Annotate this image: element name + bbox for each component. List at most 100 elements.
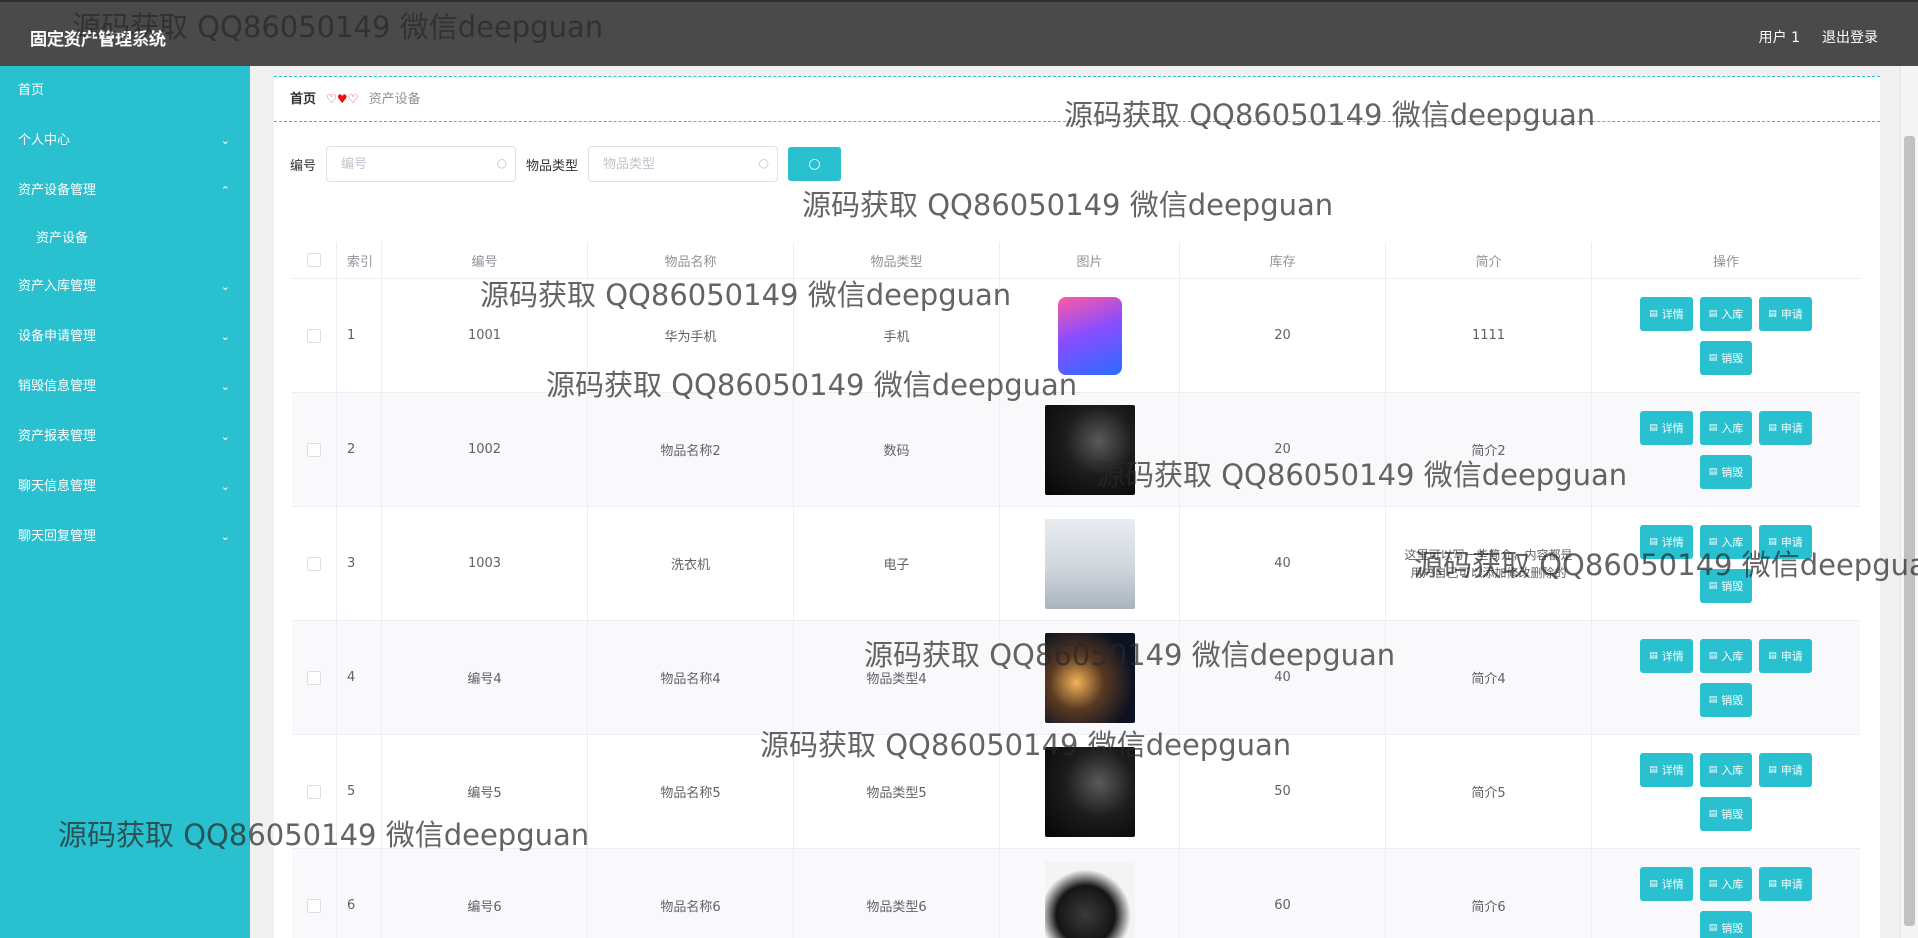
- sidebar-item-personal-center[interactable]: 个人中心 ⌄: [0, 116, 250, 166]
- detail-label: 详情: [1661, 649, 1684, 663]
- scrollbar-thumb[interactable]: [1904, 136, 1915, 926]
- stock-in-button[interactable]: ▤ 入库: [1699, 638, 1753, 673]
- sidebar-item-chat-reply-management[interactable]: 聊天回复管理 ⌄: [0, 512, 250, 562]
- row-checkbox[interactable]: [307, 670, 321, 685]
- row-image-cell: [1000, 621, 1180, 734]
- destroy-button[interactable]: ▤ 销毁: [1699, 682, 1753, 717]
- product-image: [1057, 296, 1122, 375]
- row-code: 1001: [382, 279, 588, 392]
- search-icon: ○: [758, 156, 770, 170]
- row-name: 物品名称4: [588, 621, 794, 734]
- chevron-up-icon: ⌃: [220, 184, 230, 197]
- row-name: 物品名称5: [588, 735, 794, 848]
- stock-in-button[interactable]: ▤ 入库: [1699, 866, 1753, 901]
- row-checkbox[interactable]: [307, 328, 321, 343]
- logout-button[interactable]: 退出登录: [1822, 27, 1878, 47]
- sidebar-item-label: 设备申请管理: [18, 329, 97, 344]
- row-code: 编号6: [382, 849, 588, 938]
- document-icon: ▤: [1708, 808, 1718, 819]
- breadcrumb-home[interactable]: 首页: [290, 92, 316, 107]
- row-desc: 简介5: [1386, 735, 1592, 848]
- destroy-button[interactable]: ▤ 销毁: [1699, 796, 1753, 831]
- row-type: 物品类型6: [794, 849, 1000, 938]
- detail-button[interactable]: ▤ 详情: [1640, 866, 1693, 901]
- sidebar-item-destruction-info-management[interactable]: 销毁信息管理 ⌄: [0, 362, 250, 412]
- apply-label: 申请: [1780, 763, 1803, 777]
- sidebar-item-asset-storage-management[interactable]: 资产入库管理 ⌄: [0, 262, 250, 312]
- apply-label: 申请: [1780, 307, 1803, 321]
- select-all-checkbox[interactable]: [307, 253, 321, 267]
- row-checkbox[interactable]: [307, 442, 321, 457]
- apply-button[interactable]: ▤ 申请: [1759, 296, 1812, 331]
- apply-button[interactable]: ▤ 申请: [1759, 410, 1812, 445]
- document-icon: ▤: [1768, 308, 1777, 319]
- stock-in-button[interactable]: ▤ 入库: [1699, 752, 1753, 787]
- row-index: 3: [337, 507, 382, 620]
- apply-button[interactable]: ▤ 申请: [1759, 638, 1812, 673]
- chevron-down-icon: ⌄: [220, 280, 230, 293]
- stock-in-button[interactable]: ▤ 入库: [1699, 524, 1753, 559]
- chevron-down-icon: ⌄: [220, 430, 230, 443]
- row-stock: 20: [1180, 279, 1386, 392]
- document-icon: ▤: [1708, 466, 1718, 477]
- search-icon: ○: [808, 156, 821, 172]
- sidebar-item-chat-info-management[interactable]: 聊天信息管理 ⌄: [0, 462, 250, 512]
- sidebar-item-home[interactable]: 首页: [0, 66, 250, 116]
- type-input[interactable]: [589, 147, 778, 181]
- sidebar-item-asset-equipment-management[interactable]: 资产设备管理 ⌃: [0, 166, 250, 216]
- document-icon: ▤: [1708, 650, 1718, 661]
- apply-button[interactable]: ▤ 申请: [1759, 752, 1812, 787]
- table-row: 4 编号4 物品名称4 物品类型4 40 简介4 ▤ 详情 ▤ 入库 ▤ 申请 ▤ 销毁: [292, 621, 1860, 735]
- sidebar-item-asset-equipment[interactable]: 资产设备: [0, 216, 250, 262]
- row-ops: ▤ 详情 ▤ 入库 ▤ 申请 ▤ 销毁: [1592, 393, 1860, 506]
- stock-in-button[interactable]: ▤ 入库: [1699, 296, 1753, 331]
- document-icon: ▤: [1708, 580, 1718, 591]
- destroy-button[interactable]: ▤ 销毁: [1699, 340, 1753, 375]
- row-image-cell: [1000, 849, 1180, 938]
- document-icon: ▤: [1708, 764, 1718, 775]
- document-icon: ▤: [1708, 922, 1718, 933]
- detail-button[interactable]: ▤ 详情: [1640, 296, 1693, 331]
- detail-button[interactable]: ▤ 详情: [1640, 638, 1693, 673]
- sidebar-item-label: 资产入库管理: [18, 279, 97, 294]
- row-name: 华为手机: [588, 279, 794, 392]
- document-icon: ▤: [1708, 422, 1718, 433]
- document-icon: ▤: [1649, 650, 1658, 661]
- destroy-label: 销毁: [1721, 921, 1744, 935]
- stock-in-button[interactable]: ▤ 入库: [1699, 410, 1753, 445]
- row-checkbox-cell: [292, 849, 337, 938]
- sidebar-item-asset-report-management[interactable]: 资产报表管理 ⌄: [0, 412, 250, 462]
- row-desc: 简介4: [1386, 621, 1592, 734]
- sidebar-item-label: 销毁信息管理: [18, 379, 97, 394]
- code-input[interactable]: [327, 147, 516, 181]
- destroy-button[interactable]: ▤ 销毁: [1699, 910, 1753, 938]
- row-checkbox-cell: [292, 621, 337, 734]
- row-checkbox[interactable]: [307, 556, 321, 571]
- document-icon: ▤: [1708, 536, 1718, 547]
- detail-button[interactable]: ▤ 详情: [1640, 524, 1693, 559]
- stock-in-label: 入库: [1721, 535, 1744, 549]
- row-name: 洗衣机: [588, 507, 794, 620]
- apply-button[interactable]: ▤ 申请: [1759, 866, 1812, 901]
- row-checkbox-cell: [292, 279, 337, 392]
- row-checkbox[interactable]: [307, 898, 321, 913]
- apply-label: 申请: [1780, 421, 1803, 435]
- search-button[interactable]: ○: [788, 147, 842, 181]
- breadcrumb-separator: ♡♥♡: [326, 92, 359, 106]
- chevron-down-icon: ⌄: [220, 480, 230, 493]
- row-index: 2: [337, 393, 382, 506]
- vertical-scrollbar[interactable]: [1900, 66, 1918, 938]
- destroy-button[interactable]: ▤ 销毁: [1699, 454, 1753, 489]
- user-name[interactable]: 用户 1: [1759, 27, 1800, 47]
- product-image: [1044, 746, 1135, 837]
- header-actions: 用户 1 退出登录: [1759, 27, 1878, 47]
- apply-button[interactable]: ▤ 申请: [1759, 524, 1812, 559]
- detail-button[interactable]: ▤ 详情: [1640, 752, 1693, 787]
- detail-button[interactable]: ▤ 详情: [1640, 410, 1693, 445]
- row-image-cell: [1000, 393, 1180, 506]
- sidebar-item-equipment-application-management[interactable]: 设备申请管理 ⌄: [0, 312, 250, 362]
- row-checkbox[interactable]: [307, 784, 321, 799]
- row-ops: ▤ 详情 ▤ 入库 ▤ 申请 ▤ 销毁: [1592, 735, 1860, 848]
- app-title: 固定资产管理系统: [30, 30, 166, 50]
- destroy-button[interactable]: ▤ 销毁: [1699, 568, 1753, 603]
